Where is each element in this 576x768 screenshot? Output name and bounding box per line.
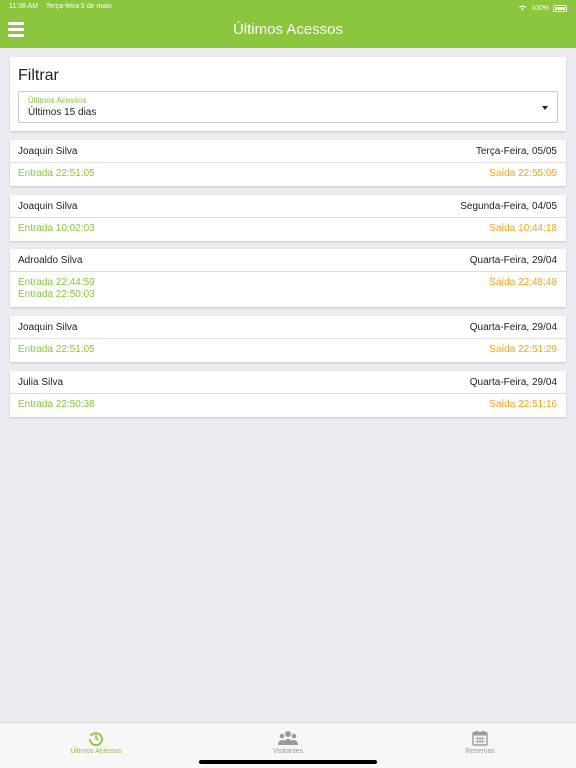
tab-reservas[interactable]: Reservas [384,730,576,755]
history-icon [89,732,103,746]
tab-ultimos-acessos[interactable]: Últimos Acessos [0,730,192,755]
access-card[interactable]: Joaquin Silva Segunda-Feira, 04/05 Entra… [10,195,566,241]
visitor-name: Adroaldo Silva [18,255,83,266]
exit-time: Saída 22:51:16 [489,399,557,410]
entry-times: Entrada 22:44:59 Entrada 22:50:03 [18,277,95,301]
visitor-name: Julia Silva [18,377,64,388]
tab-label: Últimos Acessos [70,748,122,755]
filter-title: Filtrar [18,67,59,84]
access-card[interactable]: Joaquin Silva Quarta-Feira, 29/04 Entrad… [10,316,566,362]
entry-time: Entrada 22:50:38 [18,399,95,410]
exit-time: Saída 22:51:29 [489,344,557,355]
filter-card: Filtrar Últimos Acessos Últimos 15 dias [10,57,566,131]
visitor-name: Joaquin Silva [18,322,78,333]
access-card-header: Julia Silva Quarta-Feira, 29/04 [10,371,566,394]
exit-time: Saída 22:48:48 [489,277,557,288]
users-icon [278,731,298,745]
tab-visitantes[interactable]: Visitantes [192,730,384,755]
entry-time: Entrada 22:51:05 [18,344,95,355]
home-indicator[interactable] [199,760,377,764]
entry-time: Entrada 22:51:05 [18,168,95,179]
visitor-name: Joaquin Silva [18,201,78,212]
access-card-header: Joaquin Silva Terça-Feira, 05/05 [10,140,566,163]
access-date: Quarta-Feira, 29/04 [469,377,557,388]
period-select[interactable]: Últimos Acessos Últimos 15 dias [18,91,558,123]
exit-time: Saída 22:55:05 [489,168,557,179]
select-value: Últimos 15 dias [28,107,97,118]
status-date: Terça-feira 5 de maio [45,3,112,10]
entry-time: Entrada 10:02:03 [18,223,95,234]
access-card[interactable]: Adroaldo Silva Quarta-Feira, 29/04 Entra… [10,249,566,307]
entry-time: Entrada 22:50:03 [18,289,95,300]
select-label: Últimos Acessos [28,96,87,105]
entry-times: Entrada 22:51:05 [18,344,95,356]
access-date: Quarta-Feira, 29/04 [469,322,557,333]
access-card-header: Joaquin Silva Segunda-Feira, 04/05 [10,195,566,218]
access-card[interactable]: Joaquin Silva Terça-Feira, 05/05 Entrada… [10,140,566,186]
entry-times: Entrada 22:50:38 [18,399,95,411]
entry-times: Entrada 10:02:03 [18,223,95,235]
battery-percent: 100% [531,4,549,12]
access-date: Terça-Feira, 05/05 [475,146,557,157]
page-title: Últimos Acessos [232,21,344,38]
entry-times: Entrada 22:51:05 [18,168,95,180]
header-bar: 11:38 AM Terça-feira 5 de maio 100% Últi… [0,0,576,48]
visitor-name: Joaquin Silva [18,146,78,157]
access-card-header: Joaquin Silva Quarta-Feira, 29/04 [10,316,566,339]
access-card[interactable]: Julia Silva Quarta-Feira, 29/04 Entrada … [10,371,566,417]
exit-time: Saída 10:44:18 [489,223,557,234]
access-date: Quarta-Feira, 29/04 [469,255,557,266]
entry-time: Entrada 22:44:59 [18,277,95,288]
access-card-header: Adroaldo Silva Quarta-Feira, 29/04 [10,249,566,272]
status-time: 11:38 AM [9,3,39,10]
tab-label: Reservas [465,748,495,755]
calendar-icon [472,730,488,746]
battery-icon [553,4,567,12]
tab-label: Visitantes [272,748,304,755]
dropdown-caret-icon [542,106,548,110]
wifi-icon [518,4,527,13]
status-bar: 11:38 AM Terça-feira 5 de maio 100% [9,3,567,13]
access-date: Segunda-Feira, 04/05 [460,201,557,212]
